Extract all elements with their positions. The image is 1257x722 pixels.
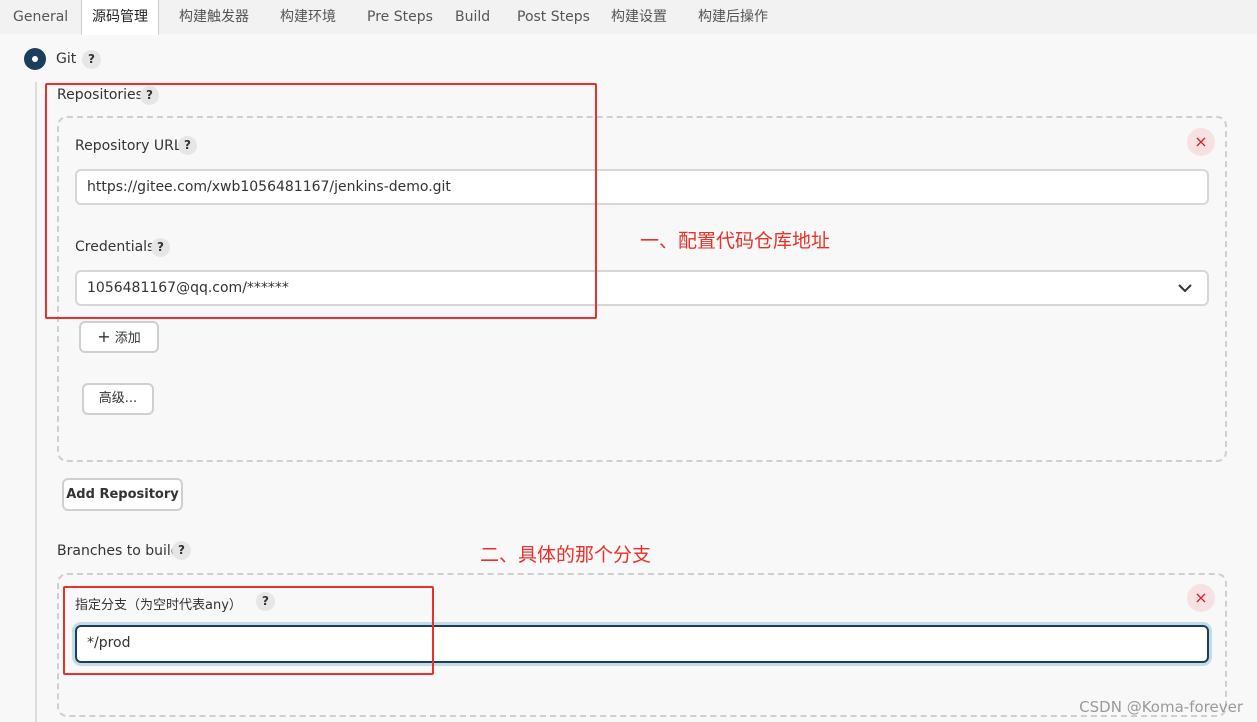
add-repository-button[interactable]: Add Repository (62, 478, 183, 511)
annotation-box-repository (45, 83, 597, 319)
section-tab-bar: General 源码管理 构建触发器 构建环境 Pre Steps Build … (0, 0, 1257, 35)
remove-repository-button[interactable]: × (1187, 128, 1215, 156)
tab-source-code-management[interactable]: 源码管理 (81, 0, 159, 35)
annotation-note-repository: 一、配置代码仓库地址 (640, 230, 831, 252)
branches-to-build-label: Branches to build (57, 543, 180, 559)
advanced-button[interactable]: 高级... (82, 383, 154, 415)
section-indent-line (35, 82, 37, 722)
plus-icon: + (97, 327, 111, 346)
git-help-icon[interactable]: ? (82, 50, 101, 69)
branches-help-icon[interactable]: ? (172, 541, 191, 560)
tab-build-environment[interactable]: 构建环境 (280, 0, 336, 34)
watermark: CSDN @Koma-forever (1079, 698, 1243, 716)
annotation-box-branch (63, 586, 434, 675)
tab-pre-steps[interactable]: Pre Steps (367, 0, 433, 34)
tab-post-build-actions[interactable]: 构建后操作 (698, 0, 768, 34)
tab-general[interactable]: General (13, 0, 68, 34)
annotation-note-branch: 二、具体的那个分支 (480, 544, 652, 566)
add-credentials-label: 添加 (114, 331, 141, 346)
tab-build-triggers[interactable]: 构建触发器 (179, 0, 249, 34)
tab-post-steps[interactable]: Post Steps (517, 0, 590, 34)
git-radio-button[interactable] (24, 48, 46, 70)
chevron-down-icon (1178, 284, 1192, 293)
remove-branch-button[interactable]: × (1187, 584, 1215, 612)
tab-build[interactable]: Build (455, 0, 490, 34)
git-option-label: Git (56, 51, 77, 67)
tab-build-settings[interactable]: 构建设置 (611, 0, 667, 34)
add-credentials-button[interactable]: + 添加 (79, 321, 159, 353)
